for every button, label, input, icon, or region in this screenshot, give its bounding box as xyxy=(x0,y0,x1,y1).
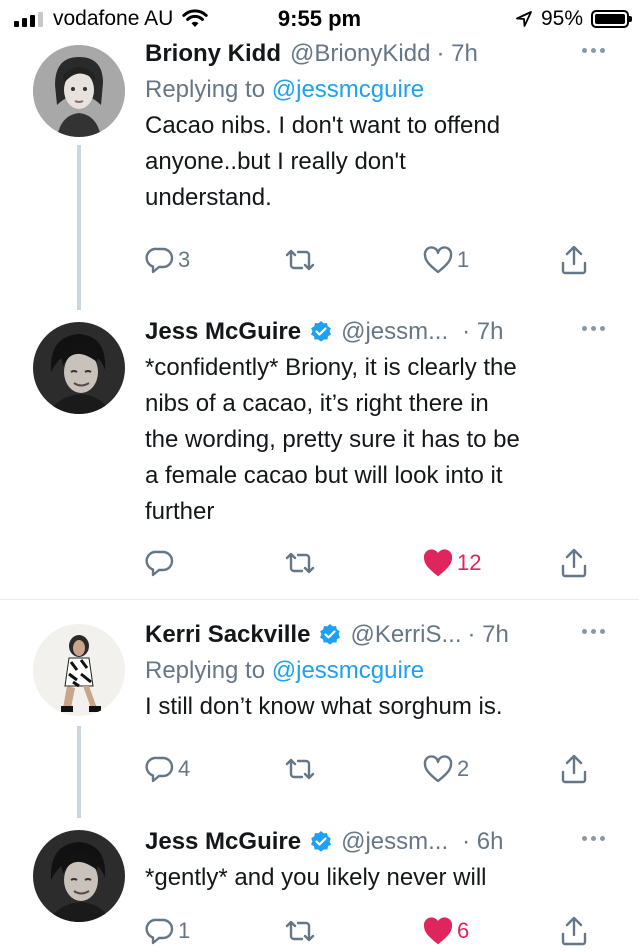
status-bar: vodafone AU 9:55 pm 95% xyxy=(0,0,639,38)
tweet-text: *gently* and you likely never will xyxy=(145,864,487,891)
display-name[interactable]: Briony Kidd xyxy=(145,40,281,68)
replying-to: Replying to @jessmcguire xyxy=(145,76,425,103)
retweet-icon xyxy=(285,552,315,574)
retweet-button[interactable] xyxy=(283,911,317,951)
more-icon[interactable] xyxy=(582,836,605,841)
like-icon xyxy=(423,755,453,783)
reply-button[interactable]: 3 xyxy=(145,240,190,280)
like-icon xyxy=(423,549,453,576)
username[interactable]: @jessm... xyxy=(341,318,448,346)
timestamp[interactable]: · 7h xyxy=(462,318,503,346)
verified-badge-icon xyxy=(320,624,341,645)
retweet-icon xyxy=(285,249,315,271)
avatar[interactable] xyxy=(33,624,125,716)
like-button[interactable]: 2 xyxy=(422,749,469,789)
reply-icon xyxy=(145,756,174,783)
share-icon xyxy=(561,245,587,275)
verified-badge-icon xyxy=(311,831,332,852)
reply-button[interactable]: 4 xyxy=(145,749,190,789)
retweet-button[interactable] xyxy=(283,543,317,583)
avatar[interactable] xyxy=(33,322,125,414)
thread-line xyxy=(77,726,81,818)
username[interactable]: @jessm... xyxy=(341,828,448,856)
timestamp[interactable]: · 7h xyxy=(468,621,509,649)
more-icon[interactable] xyxy=(582,326,605,331)
like-button[interactable]: 1 xyxy=(422,240,469,280)
mention-link[interactable]: @jessmcguire xyxy=(272,657,424,684)
more-icon[interactable] xyxy=(582,48,605,53)
timestamp[interactable]: · 6h xyxy=(462,828,503,856)
timestamp[interactable]: · 7h xyxy=(436,40,477,68)
username[interactable]: @KerriS... xyxy=(350,621,461,649)
retweet-button[interactable] xyxy=(283,749,317,789)
location-arrow-icon xyxy=(516,11,532,27)
share-button[interactable] xyxy=(559,543,589,583)
avatar[interactable] xyxy=(33,45,125,137)
reply-icon xyxy=(145,247,174,274)
more-icon[interactable] xyxy=(582,629,605,634)
battery-percentage: 95% xyxy=(540,7,583,30)
reply-icon xyxy=(145,550,174,577)
like-button[interactable]: 6 xyxy=(422,911,469,951)
share-icon xyxy=(561,754,587,784)
mention-link[interactable]: @jessmcguire xyxy=(272,76,424,103)
share-icon xyxy=(561,548,587,578)
tweet-text: *confidently* Briony, it is clearly the … xyxy=(145,354,520,525)
divider xyxy=(0,599,639,600)
reply-icon xyxy=(145,918,174,945)
tweet-text: I still don’t know what sorghum is. xyxy=(145,693,503,720)
tweet-text: Cacao nibs. I don't want to offend anyon… xyxy=(145,112,501,211)
display-name[interactable]: Jess McGuire xyxy=(145,318,301,346)
reply-button[interactable]: 1 xyxy=(145,911,190,951)
retweet-icon xyxy=(285,920,315,942)
like-icon xyxy=(423,246,453,274)
avatar[interactable] xyxy=(33,830,125,922)
thread-line xyxy=(77,145,81,310)
share-button[interactable] xyxy=(559,911,589,951)
like-icon xyxy=(423,917,453,944)
verified-badge-icon xyxy=(311,321,332,342)
retweet-icon xyxy=(285,758,315,780)
share-button[interactable] xyxy=(559,240,589,280)
display-name[interactable]: Kerri Sackville xyxy=(145,621,310,649)
share-button[interactable] xyxy=(559,749,589,789)
username[interactable]: @BrionyKidd xyxy=(290,40,430,68)
like-button[interactable]: 12 xyxy=(422,543,481,583)
retweet-button[interactable] xyxy=(283,240,317,280)
reply-button[interactable] xyxy=(145,543,178,583)
battery-icon xyxy=(591,10,632,28)
share-icon xyxy=(561,916,587,946)
replying-to: Replying to @jessmcguire xyxy=(145,657,425,684)
display-name[interactable]: Jess McGuire xyxy=(145,828,301,856)
